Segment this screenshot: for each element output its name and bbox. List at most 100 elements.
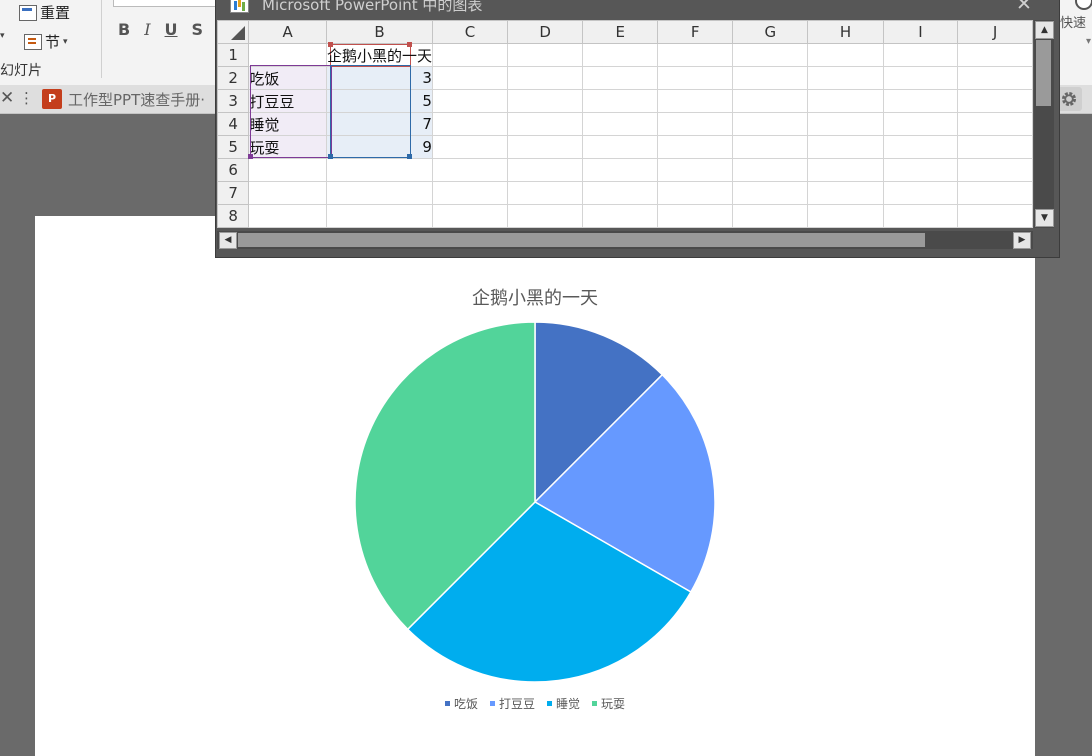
- column-header[interactable]: C: [431, 20, 509, 44]
- worksheet-grid[interactable]: ABCDEFGHIJ 1企鹅小黑的一天2吃饭33打豆豆54睡觉75玩耍96789: [217, 20, 1033, 228]
- column-header[interactable]: H: [807, 20, 884, 44]
- sheet-cell[interactable]: [732, 135, 809, 159]
- sheet-cell[interactable]: 企鹅小黑的一天: [325, 43, 433, 67]
- row-header[interactable]: 3: [217, 89, 250, 113]
- sheet-cell[interactable]: [957, 135, 1033, 159]
- sheet-cell[interactable]: [657, 135, 734, 159]
- sheet-cell[interactable]: [582, 66, 659, 90]
- sheet-cell[interactable]: [957, 158, 1033, 182]
- sheet-cell[interactable]: [431, 204, 509, 228]
- sheet-cell[interactable]: [882, 112, 959, 136]
- sheet-cell[interactable]: [657, 43, 734, 67]
- sheet-cell[interactable]: [248, 181, 327, 205]
- sheet-cell[interactable]: [882, 158, 959, 182]
- legend-item[interactable]: 吃饭: [444, 695, 478, 712]
- sheet-cell[interactable]: [882, 181, 959, 205]
- sheet-cell[interactable]: [957, 112, 1033, 136]
- sheet-cell[interactable]: [882, 135, 959, 159]
- sheet-cell[interactable]: [882, 43, 959, 67]
- sheet-cell[interactable]: [732, 227, 809, 228]
- sheet-cell[interactable]: [732, 204, 809, 228]
- sheet-cell[interactable]: [582, 204, 659, 228]
- horizontal-scroll-thumb[interactable]: [238, 233, 925, 247]
- layout-dropdown-caret[interactable]: ▾: [0, 31, 5, 41]
- scroll-down-icon[interactable]: ▼: [1035, 209, 1054, 227]
- sheet-cell[interactable]: [807, 135, 884, 159]
- chart-title[interactable]: 企鹅小黑的一天: [35, 284, 1035, 310]
- column-header[interactable]: A: [248, 20, 327, 44]
- row-header[interactable]: 1: [217, 43, 250, 67]
- sheet-cell[interactable]: [248, 43, 327, 67]
- sheet-cell[interactable]: [657, 181, 734, 205]
- row-header[interactable]: 8: [217, 204, 250, 228]
- sheet-cell[interactable]: [507, 158, 584, 182]
- range-handle[interactable]: [328, 154, 333, 159]
- column-header[interactable]: E: [582, 20, 659, 44]
- quick-styles-label[interactable]: 快速: [1060, 12, 1086, 31]
- sheet-cell[interactable]: [431, 112, 509, 136]
- sheet-cell[interactable]: [657, 112, 734, 136]
- row-header[interactable]: 4: [217, 112, 250, 136]
- italic-button[interactable]: I: [144, 20, 150, 39]
- range-handle[interactable]: [407, 154, 412, 159]
- more-options-icon[interactable]: ⋮: [19, 89, 34, 107]
- sheet-cell[interactable]: [248, 227, 327, 228]
- quick-style-icon[interactable]: [1075, 0, 1092, 10]
- sheet-cell[interactable]: [957, 66, 1033, 90]
- document-tab-title[interactable]: 工作型PPT速查手册·: [68, 89, 205, 110]
- close-icon[interactable]: ✕: [1016, 0, 1032, 15]
- sheet-cell[interactable]: [807, 112, 884, 136]
- sheet-cell[interactable]: [732, 158, 809, 182]
- pie-chart[interactable]: [353, 320, 717, 684]
- scroll-right-icon[interactable]: ▶: [1013, 232, 1031, 249]
- sheet-cell[interactable]: [431, 181, 509, 205]
- legend-item[interactable]: 睡觉: [547, 695, 580, 712]
- row-header[interactable]: 6: [217, 158, 250, 182]
- row-header[interactable]: 7: [217, 181, 250, 205]
- sheet-cell[interactable]: 5: [325, 89, 433, 113]
- sheet-cell[interactable]: 吃饭: [248, 66, 327, 90]
- reset-button[interactable]: 重置: [19, 2, 70, 23]
- sheet-cell[interactable]: [957, 181, 1033, 205]
- sheet-cell[interactable]: [957, 89, 1033, 113]
- sheet-cell[interactable]: [582, 89, 659, 113]
- sheet-cell[interactable]: [248, 204, 327, 228]
- vertical-scroll-thumb[interactable]: [1036, 40, 1051, 106]
- section-button[interactable]: 节 ▾: [24, 31, 68, 52]
- sheet-cell[interactable]: [431, 66, 509, 90]
- sheet-cell[interactable]: 9: [325, 135, 433, 159]
- sheet-cell[interactable]: [507, 204, 584, 228]
- sheet-cell[interactable]: [507, 43, 584, 67]
- row-header[interactable]: 9: [217, 227, 250, 228]
- column-header[interactable]: D: [507, 20, 584, 44]
- sheet-cell[interactable]: [507, 181, 584, 205]
- legend-item[interactable]: 打豆豆: [489, 695, 535, 712]
- chevron-down-icon[interactable]: ▾: [1086, 36, 1091, 47]
- sheet-cell[interactable]: 睡觉: [248, 112, 327, 136]
- sheet-cell[interactable]: [582, 181, 659, 205]
- sheet-cell[interactable]: [882, 66, 959, 90]
- sheet-cell[interactable]: [325, 227, 433, 228]
- sheet-cell[interactable]: [807, 158, 884, 182]
- sheet-cell[interactable]: [431, 227, 509, 228]
- sheet-cell[interactable]: [957, 43, 1033, 67]
- underline-button[interactable]: U: [165, 20, 178, 39]
- sheet-cell[interactable]: [325, 204, 433, 228]
- sheet-cell[interactable]: [325, 158, 433, 182]
- row-header[interactable]: 2: [217, 66, 250, 90]
- chart-legend[interactable]: 吃饭 打豆豆 睡觉 玩耍: [35, 695, 1035, 712]
- close-icon[interactable]: ✕: [0, 88, 14, 108]
- sheet-cell[interactable]: [882, 227, 959, 228]
- sheet-cell[interactable]: [807, 227, 884, 228]
- sheet-cell[interactable]: [431, 158, 509, 182]
- sheet-cell[interactable]: 打豆豆: [248, 89, 327, 113]
- sheet-cell[interactable]: [657, 158, 734, 182]
- sheet-cell[interactable]: 3: [325, 66, 433, 90]
- sheet-cell[interactable]: [507, 66, 584, 90]
- sheet-cell[interactable]: [657, 204, 734, 228]
- sheet-cell[interactable]: [507, 135, 584, 159]
- sheet-cell[interactable]: [807, 181, 884, 205]
- sheet-cell[interactable]: [657, 89, 734, 113]
- horizontal-scrollbar[interactable]: ◀ ▶: [217, 231, 1033, 249]
- legend-item[interactable]: 玩耍: [592, 695, 625, 712]
